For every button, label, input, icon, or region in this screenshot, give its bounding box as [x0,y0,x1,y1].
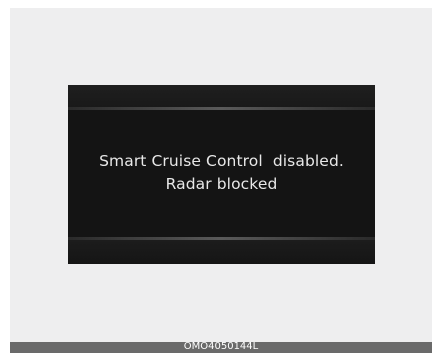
warning-message-line2: Radar blocked [165,175,278,193]
figure-caption-bar: OMO4050144L [10,341,432,353]
warning-message-line1: Smart Cruise Control disabled. [99,152,344,170]
warning-message: Smart Cruise Control disabled. Radar blo… [68,150,375,196]
figure-code: OMO4050144L [183,341,259,352]
display-top-band [68,85,375,107]
display-top-divider [68,107,375,110]
display-bottom-band [68,240,375,264]
instrument-cluster-display: Smart Cruise Control disabled. Radar blo… [68,85,375,264]
